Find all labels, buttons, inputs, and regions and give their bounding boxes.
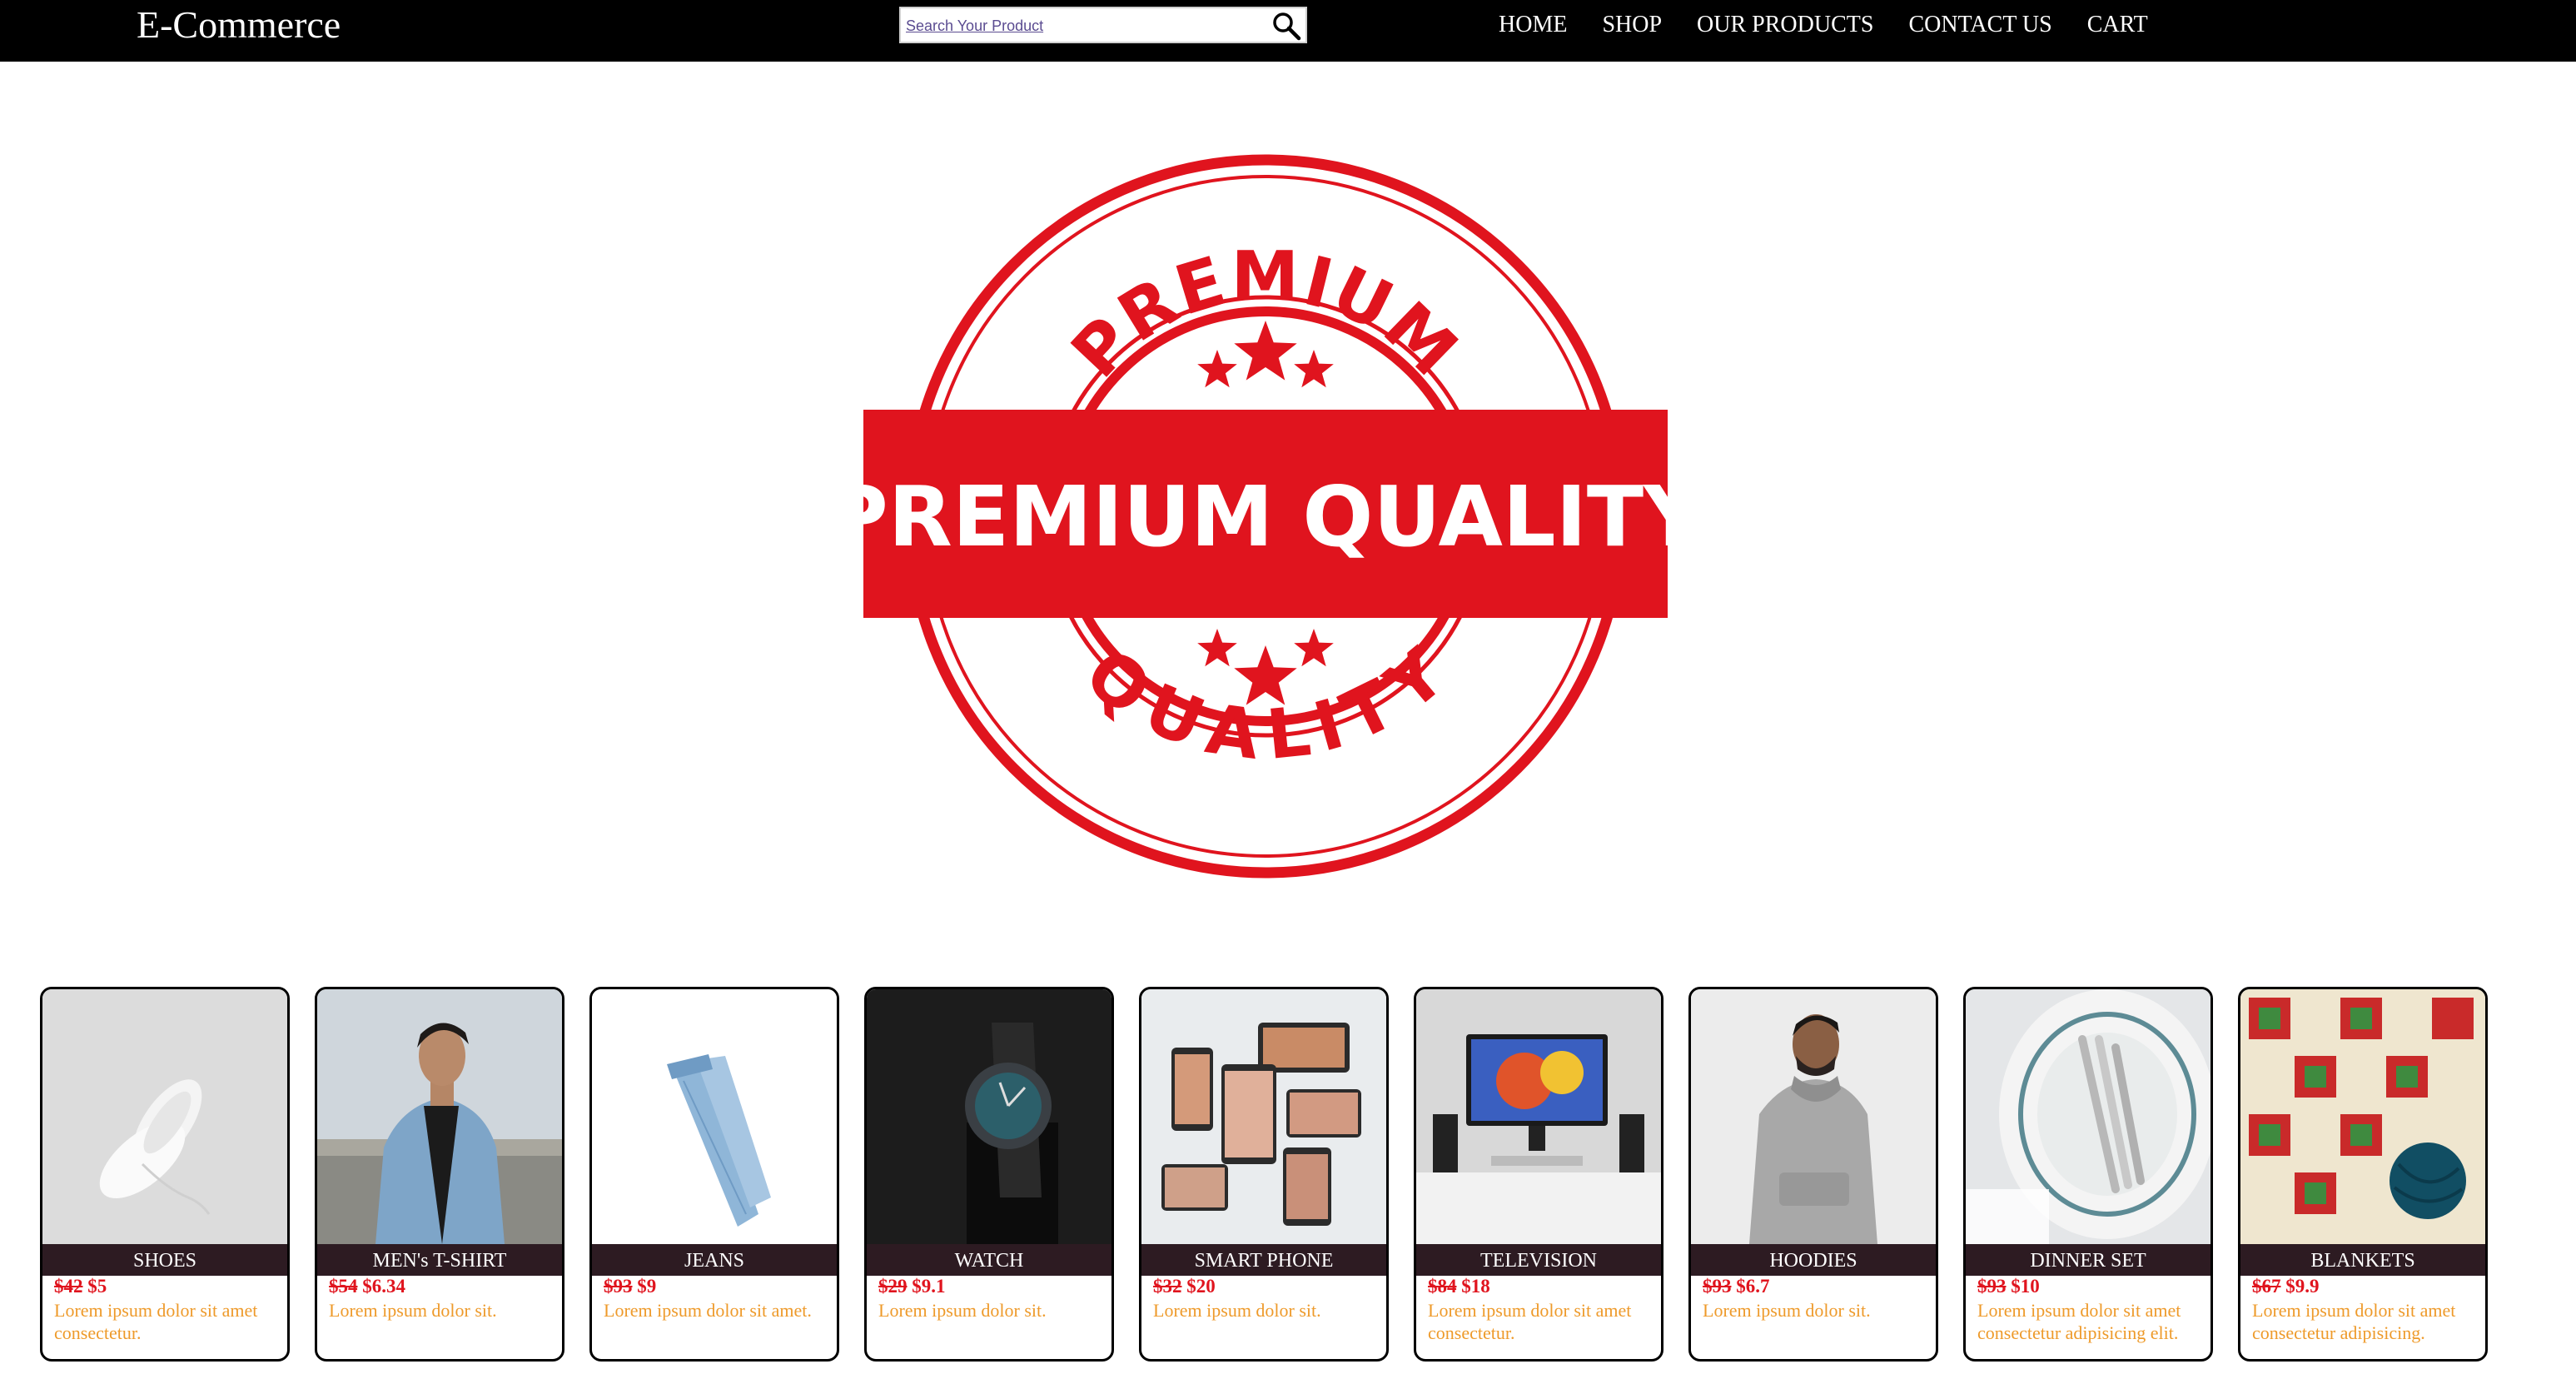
product-price: $93 $9 [604, 1276, 656, 1297]
product-image-hoodies [1691, 989, 1936, 1244]
product-image-blankets [2240, 989, 2485, 1244]
product-description: Lorem ipsum dolor sit amet consectetur a… [1977, 1300, 2181, 1343]
product-image-jeans [592, 989, 837, 1244]
new-price: $6.34 [362, 1276, 405, 1297]
new-price: $18 [1461, 1276, 1490, 1297]
product-description: Lorem ipsum dolor sit. [1703, 1300, 1871, 1321]
product-image-dinner-set [1966, 989, 2210, 1244]
product-grid: SHOES $42 $5 Lorem ipsum dolor sit amet … [40, 987, 2538, 1362]
product-price: $84 $18 [1428, 1276, 1490, 1297]
product-description: Lorem ipsum dolor sit amet consectetur a… [2252, 1300, 2456, 1343]
product-name: TELEVISION [1416, 1244, 1661, 1276]
product-name: HOODIES [1691, 1244, 1936, 1276]
new-price: $9 [637, 1276, 657, 1297]
product-image-shoes [42, 989, 287, 1244]
nav-link-our-products[interactable]: OUR PRODUCTS [1697, 12, 1873, 38]
old-price: $93 [1703, 1276, 1732, 1297]
product-card-hoodies[interactable]: HOODIES $93 $6.7 Lorem ipsum dolor sit. [1688, 987, 1938, 1362]
new-price: $5 [87, 1276, 107, 1297]
old-price: $93 [604, 1276, 633, 1297]
premium-quality-stamp: PREMIUM QUALITY PREMIUM QUALITY [828, 154, 1705, 879]
product-name: BLANKETS [2240, 1244, 2485, 1276]
product-name: SMART PHONE [1141, 1244, 1386, 1276]
product-card-television[interactable]: TELEVISION $84 $18 Lorem ipsum dolor sit… [1414, 987, 1663, 1362]
product-price: $54 $6.34 [329, 1276, 405, 1297]
old-price: $32 [1153, 1276, 1182, 1297]
product-description: Lorem ipsum dolor sit amet. [604, 1300, 812, 1321]
old-price: $84 [1428, 1276, 1457, 1297]
new-price: $9.9 [2285, 1276, 2320, 1297]
product-image-watch [867, 989, 1111, 1244]
product-card-jeans[interactable]: JEANS $93 $9 Lorem ipsum dolor sit amet. [589, 987, 839, 1362]
product-name: SHOES [42, 1244, 287, 1276]
nav-link-contact-us[interactable]: CONTACT US [1908, 12, 2051, 38]
star-icon [1197, 350, 1237, 388]
star-icon [1294, 629, 1334, 667]
star-icon-group-top [1197, 321, 1334, 388]
new-price: $20 [1186, 1276, 1216, 1297]
hero-banner: PREMIUM QUALITY PREMIUM QUALITY [828, 142, 1705, 891]
product-name: WATCH [867, 1244, 1111, 1276]
star-icon [1234, 321, 1297, 381]
product-description: Lorem ipsum dolor sit amet consectetur. [54, 1300, 258, 1343]
old-price: $29 [878, 1276, 908, 1297]
product-description: Lorem ipsum dolor sit. [878, 1300, 1047, 1321]
search-input[interactable] [906, 13, 1256, 38]
product-description: Lorem ipsum dolor sit amet consectetur. [1428, 1300, 1632, 1343]
product-image-mens-tshirt [317, 989, 562, 1244]
product-name: JEANS [592, 1244, 837, 1276]
product-card-mens-tshirt[interactable]: MEN's T-SHIRT $54 $6.34 Lorem ipsum dolo… [315, 987, 564, 1362]
product-price: $93 $6.7 [1703, 1276, 1770, 1297]
new-price: $6.7 [1736, 1276, 1770, 1297]
nav-link-shop[interactable]: SHOP [1602, 12, 1662, 38]
nav-links: HOME SHOP OUR PRODUCTS CONTACT US CART [1499, 0, 2183, 50]
search-icon[interactable] [1271, 10, 1302, 42]
product-description: Lorem ipsum dolor sit. [1153, 1300, 1321, 1321]
new-price: $10 [2011, 1276, 2040, 1297]
star-icon [1197, 629, 1237, 667]
product-price: $42 $5 [54, 1276, 107, 1297]
product-name: DINNER SET [1966, 1244, 2210, 1276]
product-card-smart-phone[interactable]: SMART PHONE $32 $20 Lorem ipsum dolor si… [1139, 987, 1389, 1362]
nav-link-cart[interactable]: CART [2087, 12, 2148, 38]
stamp-top-text: PREMIUM [1057, 237, 1471, 393]
product-price: $32 $20 [1153, 1276, 1216, 1297]
product-card-watch[interactable]: WATCH $29 $9.1 Lorem ipsum dolor sit. [864, 987, 1114, 1362]
product-price: $93 $10 [1977, 1276, 2040, 1297]
old-price: $42 [54, 1276, 83, 1297]
brand-logo[interactable]: E-Commerce [137, 0, 341, 50]
new-price: $9.1 [912, 1276, 946, 1297]
product-description: Lorem ipsum dolor sit. [329, 1300, 497, 1321]
product-name: MEN's T-SHIRT [317, 1244, 562, 1276]
product-card-dinner-set[interactable]: DINNER SET $93 $10 Lorem ipsum dolor sit… [1963, 987, 2213, 1362]
old-price: $67 [2252, 1276, 2281, 1297]
old-price: $54 [329, 1276, 358, 1297]
stamp-banner-text: PREMIUM QUALITY [858, 468, 1673, 565]
product-image-smart-phone [1141, 989, 1386, 1244]
navbar: E-Commerce HOME SHOP OUR PRODUCTS CONTAC… [0, 0, 2576, 62]
product-price: $67 $9.9 [2252, 1276, 2320, 1297]
svg-text:PREMIUM: PREMIUM [1057, 237, 1473, 393]
product-image-television [1416, 989, 1661, 1244]
product-card-blankets[interactable]: BLANKETS $67 $9.9 Lorem ipsum dolor sit … [2238, 987, 2488, 1362]
product-price: $29 $9.1 [878, 1276, 946, 1297]
nav-link-home[interactable]: HOME [1499, 12, 1567, 38]
product-card-shoes[interactable]: SHOES $42 $5 Lorem ipsum dolor sit amet … [40, 987, 290, 1362]
star-icon [1294, 350, 1334, 388]
old-price: $93 [1977, 1276, 2007, 1297]
search-bar [899, 7, 1307, 43]
